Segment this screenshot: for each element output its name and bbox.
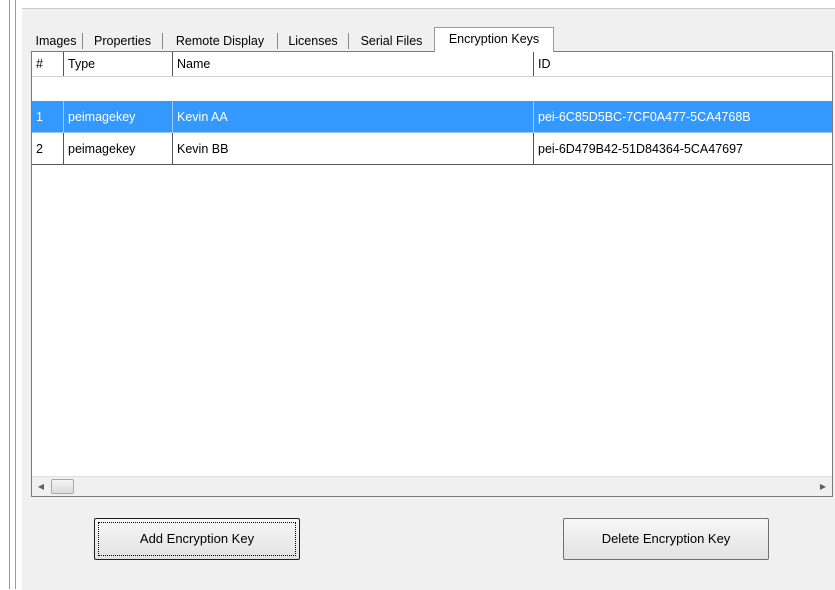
scrollbar-thumb[interactable] bbox=[51, 479, 74, 494]
table-row[interactable]: 1 peimagekey Kevin AA pei-6C85D5BC-7CF0A… bbox=[32, 101, 832, 133]
horizontal-scrollbar[interactable]: ◀ ▶ bbox=[32, 476, 832, 496]
tab-serial-files[interactable]: Serial Files bbox=[349, 31, 434, 51]
row-number: 2 bbox=[32, 133, 64, 165]
column-header-name[interactable]: Name bbox=[173, 52, 534, 76]
row-name: Kevin AA bbox=[173, 101, 534, 133]
add-button-label: Add Encryption Key bbox=[139, 531, 255, 546]
scroll-right-arrow-icon[interactable]: ▶ bbox=[814, 477, 832, 496]
tab-properties[interactable]: Properties bbox=[83, 31, 162, 51]
row-id: pei-6D479B42-51D84364-5CA47697 bbox=[534, 133, 832, 165]
row-type: peimagekey bbox=[64, 133, 173, 165]
window-left-border-inner bbox=[15, 0, 16, 589]
row-number: 1 bbox=[32, 101, 64, 133]
tab-images[interactable]: Images bbox=[30, 31, 82, 51]
column-header-id[interactable]: ID bbox=[534, 52, 832, 76]
column-header-type[interactable]: Type bbox=[64, 52, 173, 76]
window-left-border bbox=[9, 0, 10, 589]
tab-remote-display[interactable]: Remote Display bbox=[163, 31, 277, 51]
row-name: Kevin BB bbox=[173, 133, 534, 165]
row-id: pei-6C85D5BC-7CF0A477-5CA4768B bbox=[534, 101, 832, 133]
column-header-number[interactable]: # bbox=[32, 52, 64, 76]
scroll-left-arrow-icon[interactable]: ◀ bbox=[32, 477, 50, 496]
list-header: # Type Name ID bbox=[32, 52, 832, 77]
encryption-keys-list[interactable]: # Type Name ID 1 peimagekey Kevin AA pei… bbox=[31, 51, 833, 497]
main-panel: Images Properties Remote Display License… bbox=[22, 8, 835, 590]
table-row[interactable]: 2 peimagekey Kevin BB pei-6D479B42-51D84… bbox=[32, 133, 832, 165]
delete-encryption-key-button[interactable]: Delete Encryption Key bbox=[563, 518, 769, 560]
tab-licenses[interactable]: Licenses bbox=[278, 31, 348, 51]
delete-button-label: Delete Encryption Key bbox=[601, 531, 731, 546]
add-encryption-key-button[interactable]: Add Encryption Key bbox=[94, 518, 300, 560]
tab-encryption-keys[interactable]: Encryption Keys bbox=[434, 27, 554, 52]
row-type: peimagekey bbox=[64, 101, 173, 133]
window-top-strip bbox=[0, 0, 835, 8]
